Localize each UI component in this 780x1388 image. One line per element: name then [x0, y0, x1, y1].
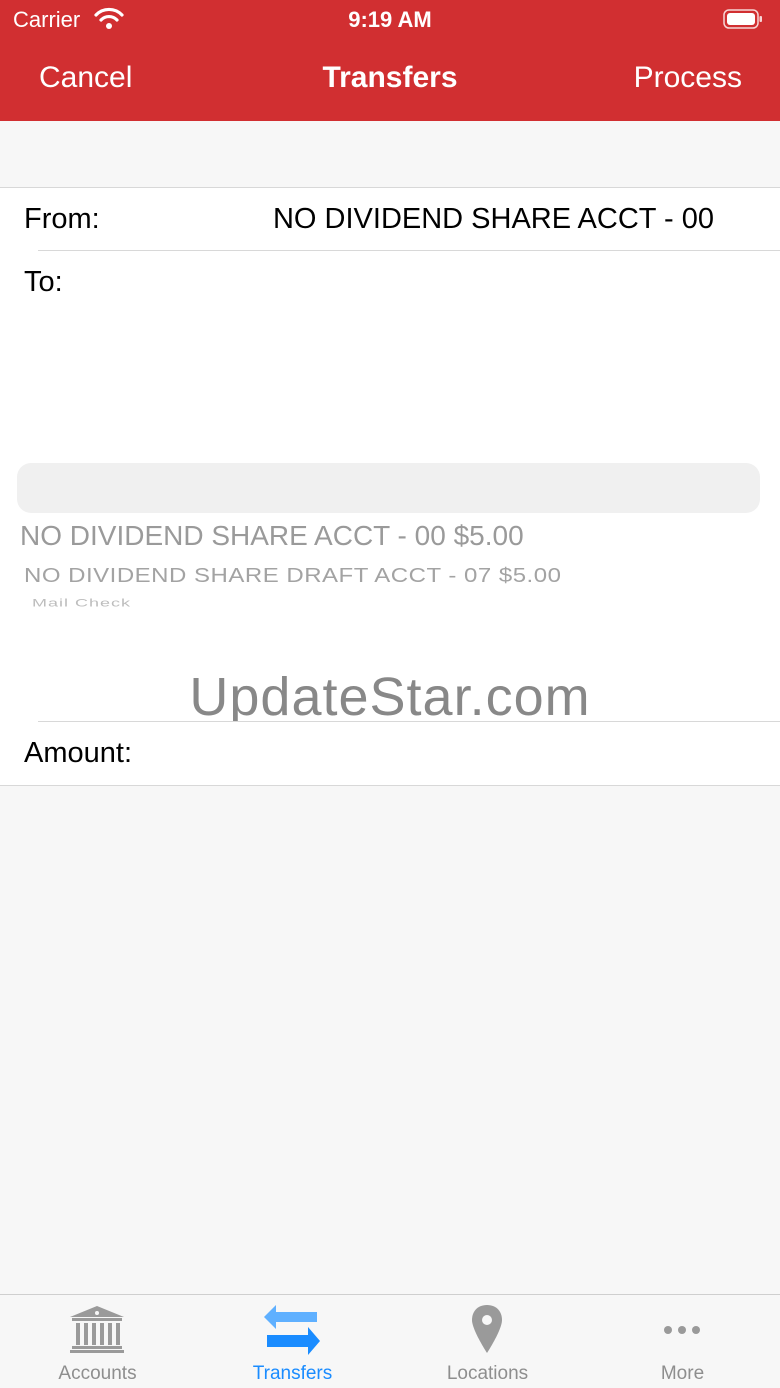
nav-header: Carrier 9:19 AM Cancel Transfers Process [0, 0, 780, 121]
status-time: 9:19 AM [348, 7, 432, 32]
picker-selection-highlight [17, 463, 760, 513]
tab-transfers[interactable]: Transfers [195, 1295, 390, 1388]
tab-label: Locations [446, 1363, 529, 1384]
transfer-form: From: NO DIVIDEND SHARE ACCT - 00 To: [0, 187, 780, 315]
tab-more[interactable]: More [585, 1295, 780, 1388]
process-button[interactable]: Process [634, 61, 742, 95]
transfer-arrows-icon [264, 1305, 320, 1355]
from-label: From: [24, 203, 100, 235]
account-picker[interactable]: NO DIVIDEND SHARE ACCT - 00 $5.00 NO DIV… [0, 314, 780, 727]
tab-label: Accounts [58, 1363, 137, 1384]
tab-bar: Accounts Transfers Locations More [0, 1294, 780, 1388]
bank-icon [70, 1306, 124, 1353]
map-pin-icon [472, 1305, 502, 1353]
divider [38, 721, 780, 722]
more-dots-icon [664, 1326, 700, 1334]
picker-option[interactable]: NO DIVIDEND SHARE DRAFT ACCT - 07 $5.00 [24, 564, 561, 588]
tab-locations[interactable]: Locations [390, 1295, 585, 1388]
tab-label: More [660, 1363, 705, 1384]
from-value: NO DIVIDEND SHARE ACCT - 00 [272, 203, 714, 235]
picker-option[interactable]: Mail Check [32, 597, 131, 610]
battery-icon [723, 9, 762, 29]
tab-label: Transfers [252, 1363, 333, 1384]
picker-option[interactable]: NO DIVIDEND SHARE ACCT - 00 $5.00 [20, 520, 524, 552]
tab-accounts[interactable]: Accounts [0, 1295, 195, 1388]
watermark: UpdateStar.com [189, 667, 591, 727]
amount-label: Amount: [24, 737, 132, 769]
to-row[interactable]: To: [0, 251, 780, 314]
amount-row[interactable]: Amount: [0, 721, 780, 786]
from-row[interactable]: From: NO DIVIDEND SHARE ACCT - 00 [0, 188, 780, 251]
to-label: To: [24, 266, 63, 298]
